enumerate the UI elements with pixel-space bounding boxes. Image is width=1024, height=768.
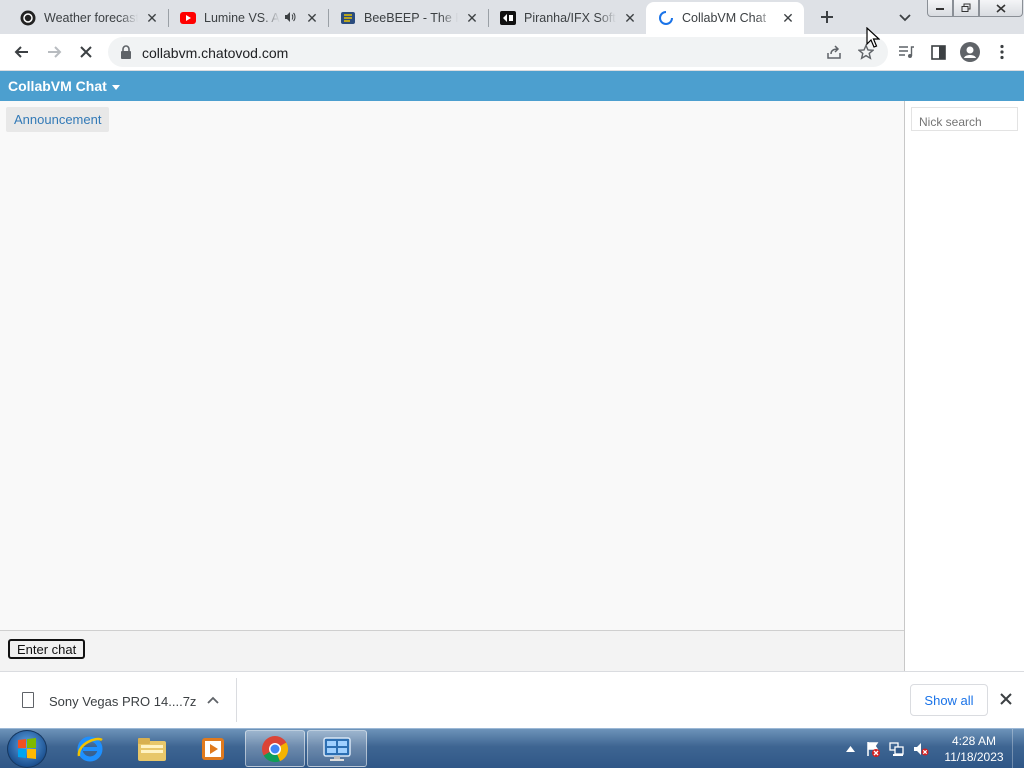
clock[interactable]: 4:28 AM 11/18/2023 bbox=[938, 733, 1010, 765]
tab-search-icon[interactable] bbox=[894, 8, 916, 28]
profile-avatar-icon[interactable] bbox=[958, 40, 982, 64]
stop-loading-icon[interactable] bbox=[74, 40, 98, 64]
tab-beebeep[interactable]: BeeBEEP - The Po ✕ bbox=[328, 2, 488, 34]
loading-spinner-icon bbox=[658, 10, 674, 26]
nick-search-input[interactable] bbox=[911, 107, 1018, 131]
brand-title: CollabVM Chat bbox=[8, 78, 107, 94]
youtube-icon bbox=[180, 10, 196, 26]
chevron-up-icon[interactable] bbox=[204, 691, 222, 709]
beebeep-icon bbox=[340, 10, 356, 26]
mouse-pointer-icon bbox=[866, 26, 881, 49]
windows-taskbar: 4:28 AM 11/18/2023 bbox=[0, 728, 1024, 768]
share-icon[interactable] bbox=[822, 40, 846, 64]
tab-title: BeeBEEP - The Po bbox=[364, 11, 458, 25]
close-tab-icon[interactable]: ✕ bbox=[144, 10, 160, 26]
chrome-icon[interactable] bbox=[245, 730, 305, 767]
tab-collabvm-chat[interactable]: CollabVM Chat ✕ bbox=[646, 2, 804, 34]
download-shelf: Sony Vegas PRO 14....7z Show all bbox=[0, 671, 1024, 728]
clock-date: 11/18/2023 bbox=[944, 750, 1004, 764]
lock-icon[interactable] bbox=[120, 45, 134, 59]
speaker-icon[interactable] bbox=[284, 11, 298, 26]
close-tab-icon[interactable]: ✕ bbox=[464, 10, 480, 26]
close-tab-icon[interactable]: ✕ bbox=[780, 10, 796, 26]
download-file-name[interactable]: Sony Vegas PRO 14....7z bbox=[49, 694, 196, 709]
show-all-button[interactable]: Show all bbox=[910, 684, 988, 716]
tab-title: Lumine VS. A bbox=[204, 11, 280, 25]
enter-chat-button[interactable]: Enter chat bbox=[8, 639, 86, 659]
tab-title: Piranha/IFX Softw bbox=[524, 11, 616, 25]
window-controls bbox=[927, 0, 1023, 17]
brand-menu[interactable]: CollabVM Chat bbox=[8, 78, 120, 94]
file-icon[interactable] bbox=[22, 692, 34, 708]
network-icon[interactable] bbox=[888, 741, 906, 757]
action-center-flag-icon[interactable] bbox=[864, 741, 882, 757]
media-player-icon[interactable] bbox=[183, 730, 243, 767]
media-controls-icon[interactable] bbox=[894, 40, 918, 64]
web-page: CollabVM Chat Announcement Enter chat bbox=[0, 71, 1024, 671]
navbar: CollabVM Chat bbox=[0, 71, 1024, 101]
chat-input-bar: Enter chat bbox=[0, 630, 904, 671]
tab-piranha[interactable]: Piranha/IFX Softw ✕ bbox=[488, 2, 646, 34]
system-tray bbox=[842, 729, 930, 768]
new-tab-button[interactable] bbox=[814, 6, 840, 28]
caret-down-icon bbox=[111, 84, 120, 90]
internet-explorer-icon[interactable] bbox=[60, 730, 120, 767]
close-shelf-icon[interactable] bbox=[997, 690, 1015, 708]
close-window-button[interactable] bbox=[979, 0, 1023, 17]
menu-kebab-icon[interactable] bbox=[990, 40, 1014, 64]
close-tab-icon[interactable]: ✕ bbox=[622, 10, 638, 26]
show-hidden-icons-icon[interactable] bbox=[842, 746, 858, 752]
minimize-button[interactable] bbox=[927, 0, 953, 17]
address-bar[interactable]: collabvm.chatovod.com bbox=[108, 37, 888, 67]
tab-youtube[interactable]: Lumine VS. A ✕ bbox=[168, 2, 328, 34]
chat-messages-area: Announcement bbox=[0, 101, 904, 630]
start-button[interactable] bbox=[7, 730, 47, 768]
divider bbox=[236, 678, 237, 722]
announcement-tab[interactable]: Announcement bbox=[6, 107, 110, 132]
show-desktop-button[interactable] bbox=[1012, 729, 1024, 768]
side-panel-icon[interactable] bbox=[926, 40, 950, 64]
restore-button[interactable] bbox=[953, 0, 979, 17]
user-list-sidebar bbox=[904, 101, 1024, 671]
clock-time: 4:28 AM bbox=[951, 734, 997, 748]
url-text: collabvm.chatovod.com bbox=[142, 45, 289, 61]
back-icon[interactable] bbox=[10, 40, 34, 64]
tab-title: CollabVM Chat bbox=[682, 11, 774, 25]
tab-title: Weather forecast bbox=[44, 11, 138, 25]
forward-icon[interactable] bbox=[42, 40, 66, 64]
file-explorer-icon[interactable] bbox=[122, 730, 182, 767]
volume-muted-icon[interactable] bbox=[912, 741, 930, 757]
piranha-icon bbox=[500, 10, 516, 26]
tab-weather[interactable]: Weather forecast ✕ bbox=[8, 2, 168, 34]
remote-desktop-icon[interactable] bbox=[307, 730, 367, 767]
close-tab-icon[interactable]: ✕ bbox=[304, 10, 320, 26]
weather-icon bbox=[20, 10, 36, 26]
